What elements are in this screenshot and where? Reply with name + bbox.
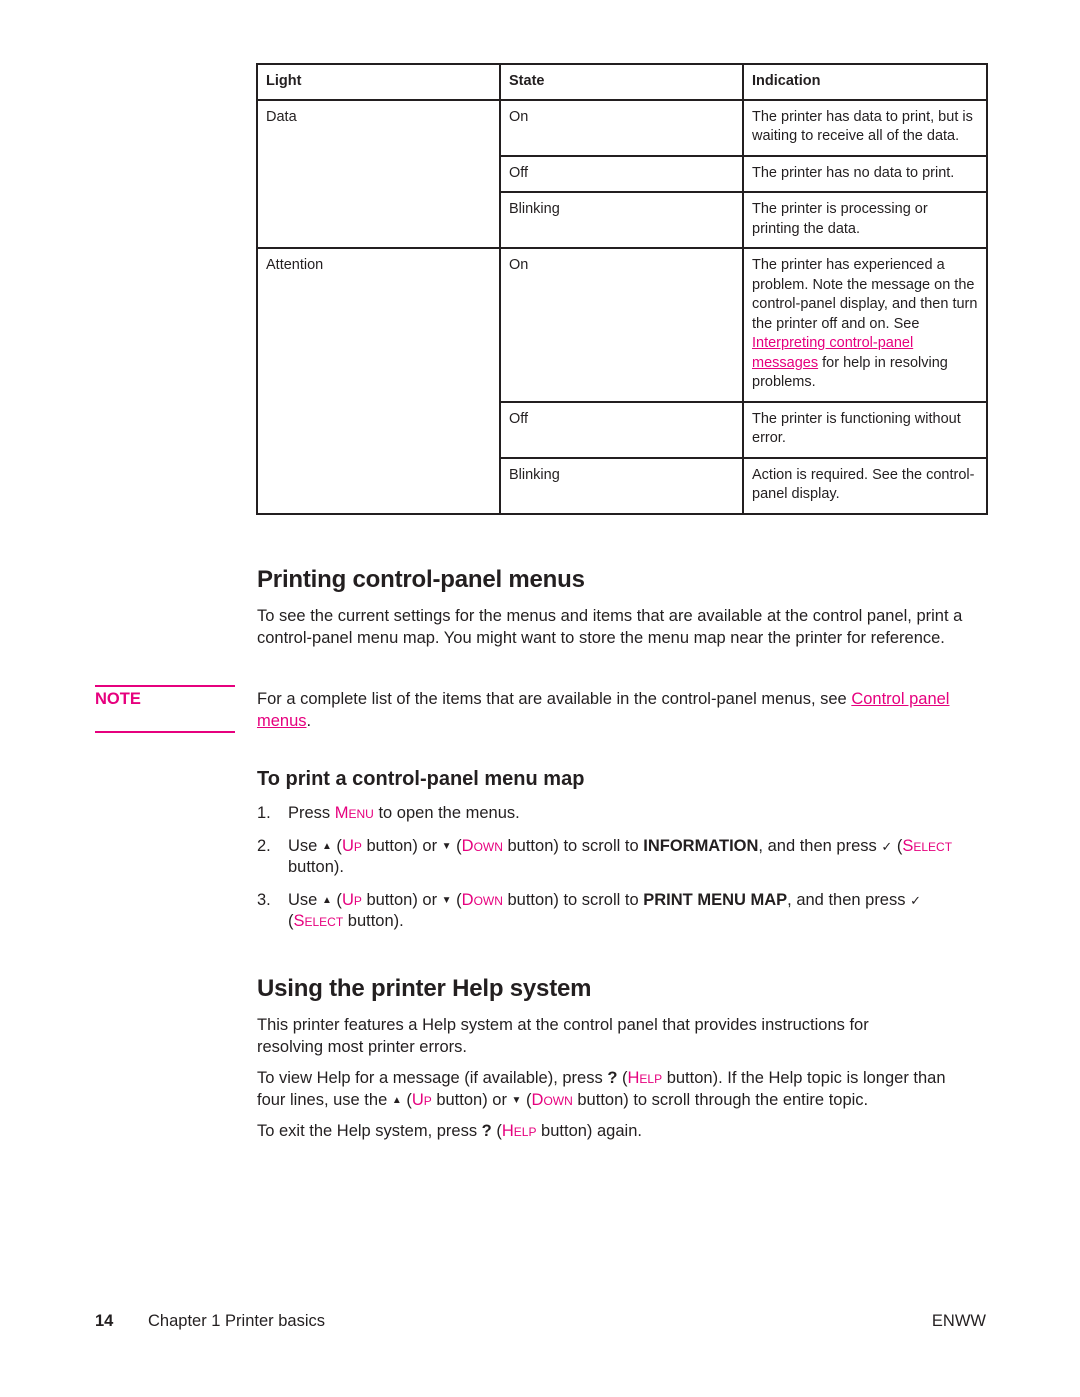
light-cell: Data [256, 98, 501, 249]
up-key: Up [411, 1090, 432, 1109]
menu-name-information: INFORMATION [643, 836, 759, 855]
table-row: Attention On The printer has experienced… [256, 247, 988, 515]
state-cell: Off [499, 400, 744, 459]
up-key: Up [341, 836, 362, 855]
help-intro: This printer features a Help system at t… [257, 1016, 869, 1056]
indication-cell: The printer has experienced a problem. N… [742, 247, 988, 403]
help-text: button) or [431, 1090, 512, 1109]
light-cell: Attention [256, 247, 501, 515]
checkmark-icon: ✓ [881, 838, 893, 854]
light-status-table: Light State Indication Data On The print… [256, 63, 988, 515]
note-label: NOTE [95, 690, 141, 708]
note-text-body: For a complete list of the items that ar… [257, 690, 852, 708]
header-indication: Indication [742, 63, 988, 101]
state-cell: On [499, 98, 744, 157]
step-text: button). [288, 858, 344, 876]
up-arrow-icon: ▲ [321, 840, 332, 852]
note-rule-top [95, 685, 235, 687]
down-arrow-icon: ▼ [441, 840, 452, 852]
step-item: 3. Use ▲ (Up button) or ▼ (Down button) … [257, 890, 921, 931]
indication-cell: The printer is functioning without error… [742, 400, 988, 459]
doc-code: ENWW [931, 1312, 986, 1330]
help-text: button) to scroll through the entire top… [572, 1090, 869, 1109]
up-arrow-icon: ▲ [321, 894, 332, 906]
help-view-text: To view Help for a message (if available… [257, 1069, 946, 1109]
up-arrow-icon: ▲ [391, 1094, 402, 1106]
section-title-printing-menus: Printing control-panel menus [257, 566, 585, 593]
help-text: button) again. [536, 1122, 642, 1140]
menu-name-print-menu-map: PRINT MENU MAP [643, 890, 788, 909]
step-text: Press [288, 804, 335, 822]
state-cell: Blinking [499, 191, 744, 249]
steps-list: 1. Press Menu to open the menus. 2. Use … [257, 803, 967, 944]
state-cell: Blinking [499, 456, 744, 515]
down-key: Down [461, 890, 503, 909]
down-arrow-icon: ▼ [511, 1094, 522, 1106]
step-text: Use [288, 836, 322, 855]
state-cell: Off [499, 154, 744, 193]
help-question-icon: ? [481, 1122, 492, 1140]
header-state: State [499, 63, 744, 101]
up-key: Up [341, 890, 362, 909]
step-text: button). [343, 912, 404, 930]
indication-cell: The printer has data to print, but is wa… [742, 98, 988, 157]
step-text: button) to scroll to [502, 890, 644, 909]
note-rule-bottom [95, 731, 235, 733]
help-key: Help [627, 1069, 663, 1087]
help-text: To view Help for a message (if available… [257, 1069, 608, 1087]
indication-cell: Action is required. See the control-pane… [742, 456, 988, 515]
step-item: 2. Use ▲ (Up button) or ▼ (Down button) … [257, 836, 953, 877]
checkmark-icon: ✓ [910, 892, 921, 908]
page-number: 14 [95, 1312, 114, 1330]
chapter-title: Chapter 1 Printer basics [148, 1312, 325, 1330]
step-number: 3. [257, 890, 271, 909]
section-intro: To see the current settings for the menu… [257, 607, 963, 647]
note-text: For a complete list of the items that ar… [257, 689, 977, 732]
step-text: button) or [361, 836, 442, 855]
indication-text: The printer has experienced a problem. N… [752, 257, 978, 332]
indication-cell: The printer is processing or printing th… [742, 191, 988, 249]
indication-cell: The printer has no data to print. [742, 154, 988, 193]
subsection-title-menu-map: To print a control-panel menu map [257, 768, 585, 790]
help-text: To exit the Help system, press [257, 1122, 482, 1140]
select-key: Select [902, 836, 953, 855]
step-text: , and then press [758, 836, 882, 855]
step-number: 2. [257, 836, 271, 855]
down-key: Down [461, 836, 503, 855]
step-text: button) to scroll to [502, 836, 644, 855]
help-key: Help [501, 1122, 537, 1140]
help-exit-text: To exit the Help system, press ? (Help b… [257, 1122, 642, 1140]
step-text: to open the menus. [373, 804, 520, 822]
header-light: Light [256, 63, 501, 101]
step-number: 1. [257, 804, 271, 822]
select-key: Select [293, 912, 344, 930]
table-row: Data On The printer has data to print, b… [256, 98, 988, 249]
state-cell: On [499, 247, 744, 403]
down-arrow-icon: ▼ [441, 894, 452, 906]
help-question-icon: ? [607, 1069, 618, 1087]
step-item: 1. Press Menu to open the menus. [257, 803, 967, 825]
menu-key: Menu [334, 804, 374, 822]
note-text-end: . [306, 711, 312, 730]
section-title-help-system: Using the printer Help system [257, 975, 592, 1002]
down-key: Down [531, 1090, 573, 1109]
step-text: button) or [361, 890, 442, 909]
step-text: , and then press [787, 890, 911, 909]
step-text: Use [288, 890, 322, 909]
table-header-row: Light State Indication [256, 63, 988, 101]
